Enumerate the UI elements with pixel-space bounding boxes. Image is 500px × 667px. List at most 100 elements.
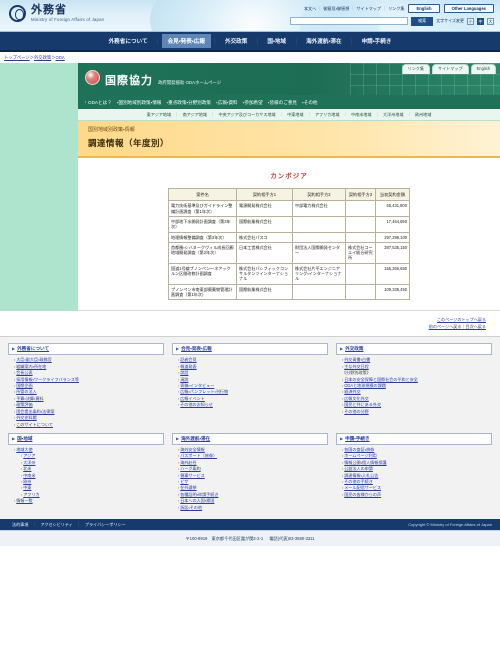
list-item[interactable]: 国民の皆様からの声	[342, 492, 492, 498]
gnav-separator: ｜	[254, 39, 261, 46]
sitemap-heading-travel[interactable]: ▶ 海外渡航・滞在	[172, 432, 328, 445]
gnav-separator: ｜	[348, 39, 355, 46]
mofa-wordmark: 外務省 Ministry of Foreign Affairs of Japan	[31, 4, 104, 22]
site-header: 外務省 Ministry of Foreign Affairs of Japan…	[0, 0, 500, 32]
cell-contractor-1: 株式会社パスコ	[236, 231, 293, 243]
footer-address: 〒100-8919 東京都千代田区霞が関2-2-1 電話(代表)03-3580-…	[0, 530, 500, 547]
telephone: 電話(代表)03-3580-3311	[269, 535, 315, 541]
util-link-skip[interactable]: 本文へ	[304, 6, 316, 11]
sitemap-heading-policy[interactable]: ▶ 外交政策	[336, 343, 492, 356]
list-item[interactable]: 情報一覧	[14, 498, 164, 504]
breadcrumb-item-policy[interactable]: 外交政策	[34, 55, 51, 60]
oda-nav-item-opinions[interactable]: ・皆様のご意見	[268, 99, 300, 106]
gnav-separator: ｜	[211, 39, 218, 46]
oda-tab-links[interactable]: リンク集	[401, 64, 430, 74]
sitemap-heading-about[interactable]: ▶ 外務省について	[8, 343, 164, 356]
footer-sitemap: ▶外務省について 大臣・副大臣・政務官 組織案内・所在地 会長公表 採用情報・ワ…	[0, 336, 500, 520]
oda-nav-item-priority-policy[interactable]: ・重点政策・分野別政策	[166, 99, 214, 106]
page-top-link-row: このページのトップへ戻る	[0, 311, 500, 324]
gnav-item-about[interactable]: 外務省について	[103, 34, 154, 48]
fontsize-small-button[interactable]: 小	[467, 17, 474, 25]
region-tab-east-asia[interactable]: 東アジア地域	[143, 112, 174, 118]
cell-amount: 109,335,450	[375, 283, 410, 301]
region-tab-oceania[interactable]: 大洋州地域	[379, 112, 406, 118]
sitemap-heading-countries[interactable]: ▶ 国・地域	[8, 432, 164, 445]
gnav-item-travel[interactable]: 海外渡航・滞在	[300, 34, 347, 48]
sitemap-list-countries: 地域大使 アジア 大洋州 北米 中南米 欧州 中東 アフリカ 情報一覧	[8, 447, 164, 505]
gnav-separator: ｜	[154, 39, 161, 46]
global-navigation: 外務省について ｜ 会見・発表・広報 ｜ 外交政策 ｜ 国・地域 ｜ 海外渡航・…	[0, 32, 500, 52]
gnav-item-countries[interactable]: 国・地域	[261, 34, 292, 48]
footer-links: 法的事項｜アクセシビリティ｜プライバシーポリシー	[8, 522, 130, 528]
gnav-item-procedures[interactable]: 申請・手続き	[356, 34, 398, 48]
breadcrumb-item-oda[interactable]: ODA	[55, 55, 64, 60]
sitemap-column-travel: ▶海外渡航・滞在 海外安全情報 パスポート（旅券） 海外赴任 ハーグ条約 領事サ…	[172, 432, 328, 511]
util-link-feedback[interactable]: 御意見・御感想	[323, 6, 349, 11]
cell-amount: 17,464,650	[375, 215, 410, 233]
footer-link-privacy[interactable]: プライバシーポリシー	[81, 522, 130, 528]
cell-contractor-3	[345, 200, 376, 217]
content-left-spacer	[0, 121, 78, 312]
gnav-separator: ｜	[293, 39, 300, 46]
english-button[interactable]: English	[408, 4, 440, 14]
fontsize-label: 文字サイズ変更	[436, 18, 464, 24]
cell-amount: 155,266,650	[375, 262, 410, 285]
oda-left-spacer	[0, 63, 78, 121]
oda-nav-item-participation[interactable]: ・参加希望	[243, 99, 266, 106]
region-tab-africa[interactable]: アフリカ地域	[311, 112, 343, 118]
oda-banner-title[interactable]: 国際協力 政府開発援助 ODAホームページ	[105, 72, 221, 88]
page-back-links[interactable]: 前のページへ戻る｜目次へ戻る	[429, 324, 486, 329]
region-tab-latin-america[interactable]: 中南米地域	[348, 112, 375, 118]
region-tab-middle-east[interactable]: 中東地域	[284, 112, 307, 118]
other-languages-button[interactable]: Other Languages	[443, 4, 494, 14]
region-tab-south-asia[interactable]: 南アジア地域	[179, 112, 210, 118]
breadcrumb-item-top[interactable]: トップページ	[4, 55, 30, 60]
sitemap-column-press: ▶会見・発表・広報 記者会見 報道発表 談話 演説 寄稿・インタビュー 広報・パ…	[172, 343, 328, 428]
list-item[interactable]: その他の分野	[342, 409, 492, 415]
oda-title-main: 国際協力	[105, 75, 153, 87]
page-title: 調達情報（年度別）	[88, 138, 170, 148]
cell-project-name: プノンペン市南東部廃棄物管理計画調査（第1年次）	[168, 283, 237, 301]
util-link-sitemap[interactable]: サイトマップ	[356, 6, 381, 11]
oda-globe-icon	[85, 70, 100, 85]
list-item[interactable]: 訴訟・その他	[178, 505, 328, 511]
footer-link-legal[interactable]: 法的事項	[8, 522, 32, 528]
cell-contractor-3	[345, 262, 376, 285]
country-heading: カンボジア	[270, 173, 308, 180]
cell-contractor-1: 国際航業株式会社	[236, 283, 293, 301]
fontsize-large-button[interactable]: 大	[487, 17, 494, 25]
sitemap-column-policy: ▶外交政策 外交青書・白書 主な外交日程 《分野別政策》 日本の安全保障と国際社…	[336, 343, 492, 428]
oda-nav-item-what-is-oda[interactable]: ・ODAとは？	[83, 99, 115, 106]
oda-nav-item-pr-materials[interactable]: ・広報・資料	[216, 99, 241, 106]
oda-navigation: ・ODAとは？ ・国別地域別政策・情報 ・重点政策・分野別政策 ・広報・資料 ・…	[78, 95, 500, 109]
search-input[interactable]	[290, 17, 409, 26]
ministry-name-en: Ministry of Foreign Affairs of Japan	[31, 17, 105, 23]
footer-link-accessibility[interactable]: アクセシビリティ	[36, 522, 76, 528]
search-button[interactable]: 検索	[411, 17, 434, 26]
cell-contractor-1: 国際航業株式会社	[236, 215, 293, 233]
gnav-item-press[interactable]: 会見・発表・広報	[161, 34, 211, 48]
oda-section: 国際協力 政府開発援助 ODAホームページ リンク集 サイトマップ Englis…	[0, 63, 500, 121]
sitemap-heading-procedures[interactable]: ▶ 申請・手続き	[336, 432, 492, 445]
oda-tab-sitemap[interactable]: サイトマップ	[432, 64, 469, 74]
cell-amount: 287,535,150	[375, 241, 410, 264]
list-item[interactable]: このサイトについて	[14, 422, 164, 428]
region-tab-europe[interactable]: 欧州地域	[411, 112, 434, 118]
page-top-link[interactable]: このページのトップへ戻る	[437, 317, 486, 322]
util-link-links[interactable]: リンク集	[388, 6, 404, 11]
cell-contractor-1: 電源開発株式会社	[236, 200, 293, 217]
site-logo[interactable]: 外務省 Ministry of Foreign Affairs of Japan	[9, 4, 104, 22]
oda-nav-item-country-policy[interactable]: ・国別地域別政策・情報	[117, 99, 165, 106]
cell-amount: 297,299,100	[375, 231, 410, 243]
list-item[interactable]: その他のお知らせ	[178, 402, 328, 408]
cell-contractor-1: 株式会社パシフィックコンサルタンツインターナショナル	[236, 262, 293, 285]
arrow-icon: ▶	[176, 435, 180, 441]
oda-tab-english[interactable]: English	[470, 64, 496, 74]
sitemap-heading-press[interactable]: ▶ 会見・発表・広報	[172, 343, 328, 356]
oda-nav-item-other[interactable]: ・その他	[302, 99, 321, 106]
region-tab-central-asia-caucasus[interactable]: 中央アジア及びコーカサス地域	[215, 112, 279, 118]
oda-banner-tabs: リンク集 サイトマップ English	[401, 64, 496, 74]
table-row: プノンペン市南東部廃棄物管理計画調査（第1年次） 国際航業株式会社 109,33…	[168, 283, 410, 301]
gnav-item-policy[interactable]: 外交政策	[219, 34, 253, 48]
fontsize-medium-button[interactable]: 中	[477, 17, 484, 25]
